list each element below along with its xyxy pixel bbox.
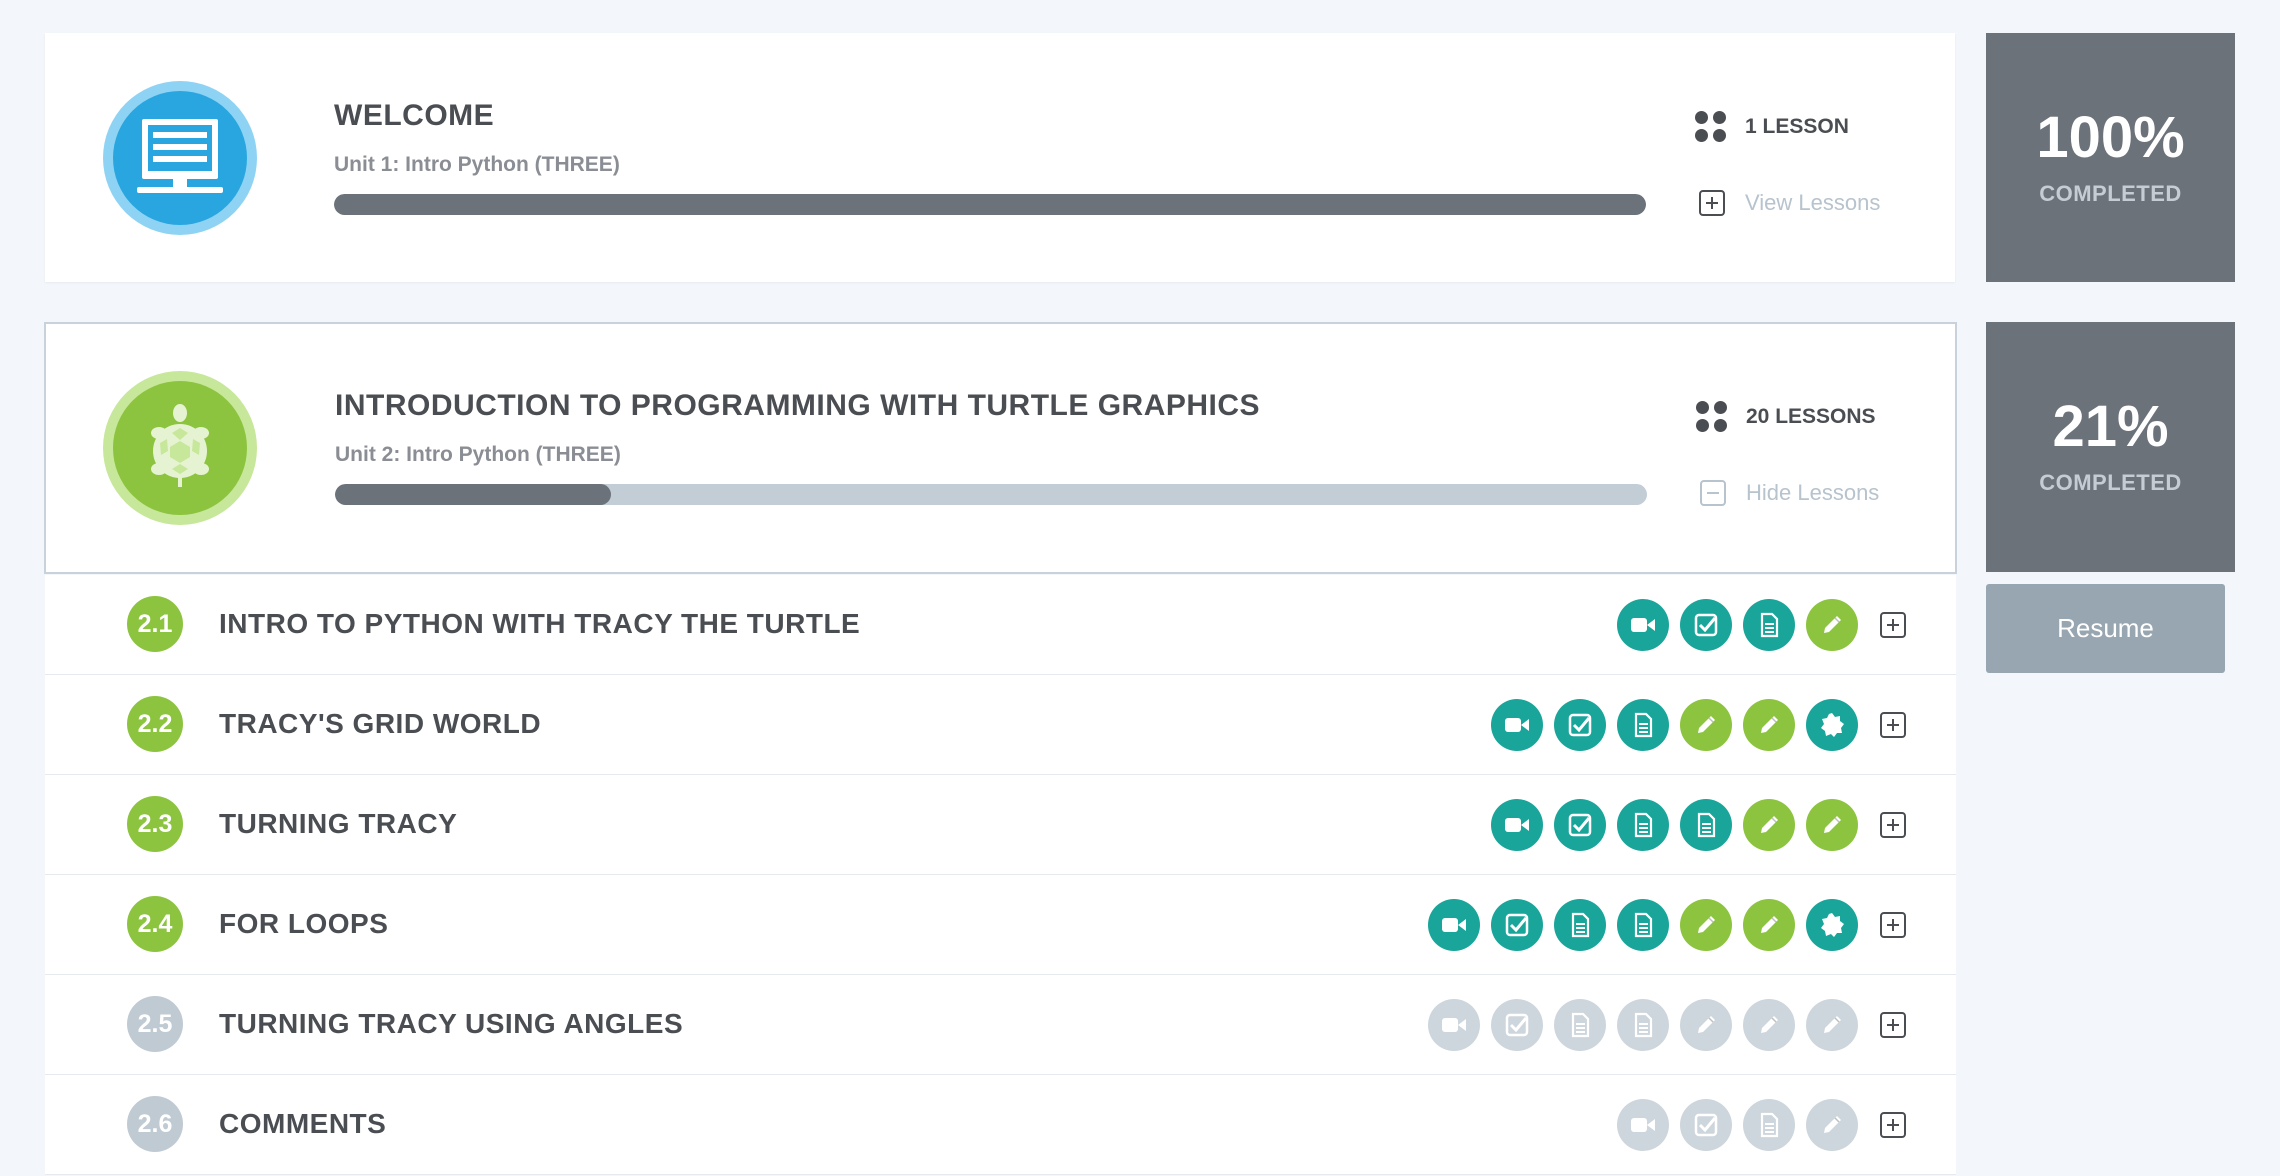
- badge-icon[interactable]: [1806, 699, 1858, 751]
- video-icon[interactable]: [1617, 599, 1669, 651]
- dots-icon: [1695, 111, 1727, 143]
- doc-icon[interactable]: [1617, 999, 1669, 1051]
- lesson-number-badge: 2.6: [127, 1096, 183, 1152]
- completion-box: 21% COMPLETED: [1986, 322, 2235, 572]
- video-icon[interactable]: [1428, 899, 1480, 951]
- unit-progress-fill: [334, 194, 1646, 215]
- doc-icon[interactable]: [1617, 899, 1669, 951]
- completion-label: COMPLETED: [2039, 470, 2182, 495]
- unit-subtitle: Unit 1: Intro Python (THREE): [334, 153, 620, 176]
- completion-percent: 21%: [2052, 394, 2169, 459]
- lesson-count-label: 20 LESSONS: [1746, 405, 1876, 428]
- hide-lessons-label: Hide Lessons: [1746, 480, 1880, 505]
- exercise-icon[interactable]: [1743, 799, 1795, 851]
- lesson-title[interactable]: TURNING TRACY: [219, 808, 457, 840]
- video-icon[interactable]: [1617, 1099, 1669, 1151]
- doc-icon[interactable]: [1554, 999, 1606, 1051]
- completion-label: COMPLETED: [2039, 181, 2182, 206]
- exercise-icon[interactable]: [1806, 599, 1858, 651]
- unit-card-welcome[interactable]: WELCOME Unit 1: Intro Python (THREE) 1 L…: [45, 33, 1955, 282]
- lesson-row[interactable]: 2.6 COMMENTS: [45, 1075, 1956, 1175]
- expand-lesson-icon[interactable]: [1880, 812, 1906, 838]
- activity-icons: [1606, 599, 1906, 651]
- exercise-icon[interactable]: [1806, 799, 1858, 851]
- quiz-icon[interactable]: [1680, 599, 1732, 651]
- turtle-icon: [103, 371, 257, 525]
- expand-lesson-icon[interactable]: [1880, 1112, 1906, 1138]
- completion-box: 100% COMPLETED: [1986, 33, 2235, 282]
- doc-icon[interactable]: [1743, 1099, 1795, 1151]
- video-icon[interactable]: [1491, 699, 1543, 751]
- expand-lesson-icon[interactable]: [1880, 712, 1906, 738]
- activity-icons: [1606, 1099, 1906, 1151]
- activity-icons: [1480, 799, 1906, 851]
- hide-lessons-button[interactable]: Hide Lessons: [1696, 480, 1879, 506]
- exercise-icon[interactable]: [1680, 999, 1732, 1051]
- lesson-title[interactable]: COMMENTS: [219, 1108, 386, 1140]
- completion-percent: 100%: [2036, 105, 2185, 170]
- quiz-icon[interactable]: [1680, 1099, 1732, 1151]
- video-icon[interactable]: [1428, 999, 1480, 1051]
- view-lessons-button[interactable]: View Lessons: [1695, 190, 1880, 216]
- quiz-icon[interactable]: [1554, 799, 1606, 851]
- lesson-row[interactable]: 2.2 TRACY'S GRID WORLD: [45, 675, 1956, 775]
- exercise-icon[interactable]: [1743, 899, 1795, 951]
- expand-lesson-icon[interactable]: [1880, 612, 1906, 638]
- doc-icon[interactable]: [1743, 599, 1795, 651]
- lesson-list: 2.1 INTRO TO PYTHON WITH TRACY THE TURTLE…: [45, 575, 1956, 1175]
- exercise-icon[interactable]: [1743, 999, 1795, 1051]
- activity-icons: [1480, 699, 1906, 751]
- video-icon[interactable]: [1491, 799, 1543, 851]
- dots-icon: [1696, 401, 1728, 433]
- activity-icons: [1417, 899, 1906, 951]
- unit-title: WELCOME: [334, 99, 495, 132]
- lesson-title[interactable]: FOR LOOPS: [219, 908, 388, 940]
- lesson-title[interactable]: INTRO TO PYTHON WITH TRACY THE TURTLE: [219, 608, 860, 640]
- quiz-icon[interactable]: [1491, 999, 1543, 1051]
- quiz-icon[interactable]: [1491, 899, 1543, 951]
- resume-button[interactable]: Resume: [1986, 584, 2225, 673]
- quiz-icon[interactable]: [1554, 699, 1606, 751]
- lesson-number-badge: 2.2: [127, 696, 183, 752]
- lesson-row[interactable]: 2.4 FOR LOOPS: [45, 875, 1956, 975]
- doc-icon[interactable]: [1680, 799, 1732, 851]
- lesson-count-label: 1 LESSON: [1745, 115, 1849, 138]
- activity-icons: [1417, 999, 1906, 1051]
- lesson-number-badge: 2.3: [127, 796, 183, 852]
- lesson-number-badge: 2.1: [127, 596, 183, 652]
- expand-lesson-icon[interactable]: [1880, 912, 1906, 938]
- lesson-row[interactable]: 2.5 TURNING TRACY USING ANGLES: [45, 975, 1956, 1075]
- exercise-icon[interactable]: [1680, 699, 1732, 751]
- lesson-number-badge: 2.4: [127, 896, 183, 952]
- exercise-icon[interactable]: [1743, 699, 1795, 751]
- unit-title: INTRODUCTION TO PROGRAMMING WITH TURTLE …: [335, 389, 1261, 422]
- lesson-title[interactable]: TURNING TRACY USING ANGLES: [219, 1008, 683, 1040]
- lesson-count: 1 LESSON: [1695, 110, 1849, 144]
- unit-card-turtle-graphics[interactable]: INTRODUCTION TO PROGRAMMING WITH TURTLE …: [44, 322, 1957, 574]
- doc-icon[interactable]: [1617, 799, 1669, 851]
- lesson-row[interactable]: 2.1 INTRO TO PYTHON WITH TRACY THE TURTLE: [45, 575, 1956, 675]
- lesson-number-badge: 2.5: [127, 996, 183, 1052]
- badge-icon[interactable]: [1806, 899, 1858, 951]
- unit-progress-bar: [334, 194, 1646, 215]
- minus-icon: [1700, 480, 1726, 506]
- lesson-title[interactable]: TRACY'S GRID WORLD: [219, 708, 541, 740]
- exercise-icon[interactable]: [1806, 1099, 1858, 1151]
- doc-icon[interactable]: [1617, 699, 1669, 751]
- unit-subtitle: Unit 2: Intro Python (THREE): [335, 443, 621, 466]
- expand-lesson-icon[interactable]: [1880, 1012, 1906, 1038]
- unit-progress-bar: [335, 484, 1647, 505]
- monitor-icon: [103, 81, 257, 235]
- lesson-count: 20 LESSONS: [1696, 400, 1876, 434]
- doc-icon[interactable]: [1554, 899, 1606, 951]
- unit-progress-fill: [335, 484, 611, 505]
- exercise-icon[interactable]: [1806, 999, 1858, 1051]
- plus-icon: [1699, 190, 1725, 216]
- lesson-row[interactable]: 2.3 TURNING TRACY: [45, 775, 1956, 875]
- exercise-icon[interactable]: [1680, 899, 1732, 951]
- view-lessons-label: View Lessons: [1745, 190, 1881, 215]
